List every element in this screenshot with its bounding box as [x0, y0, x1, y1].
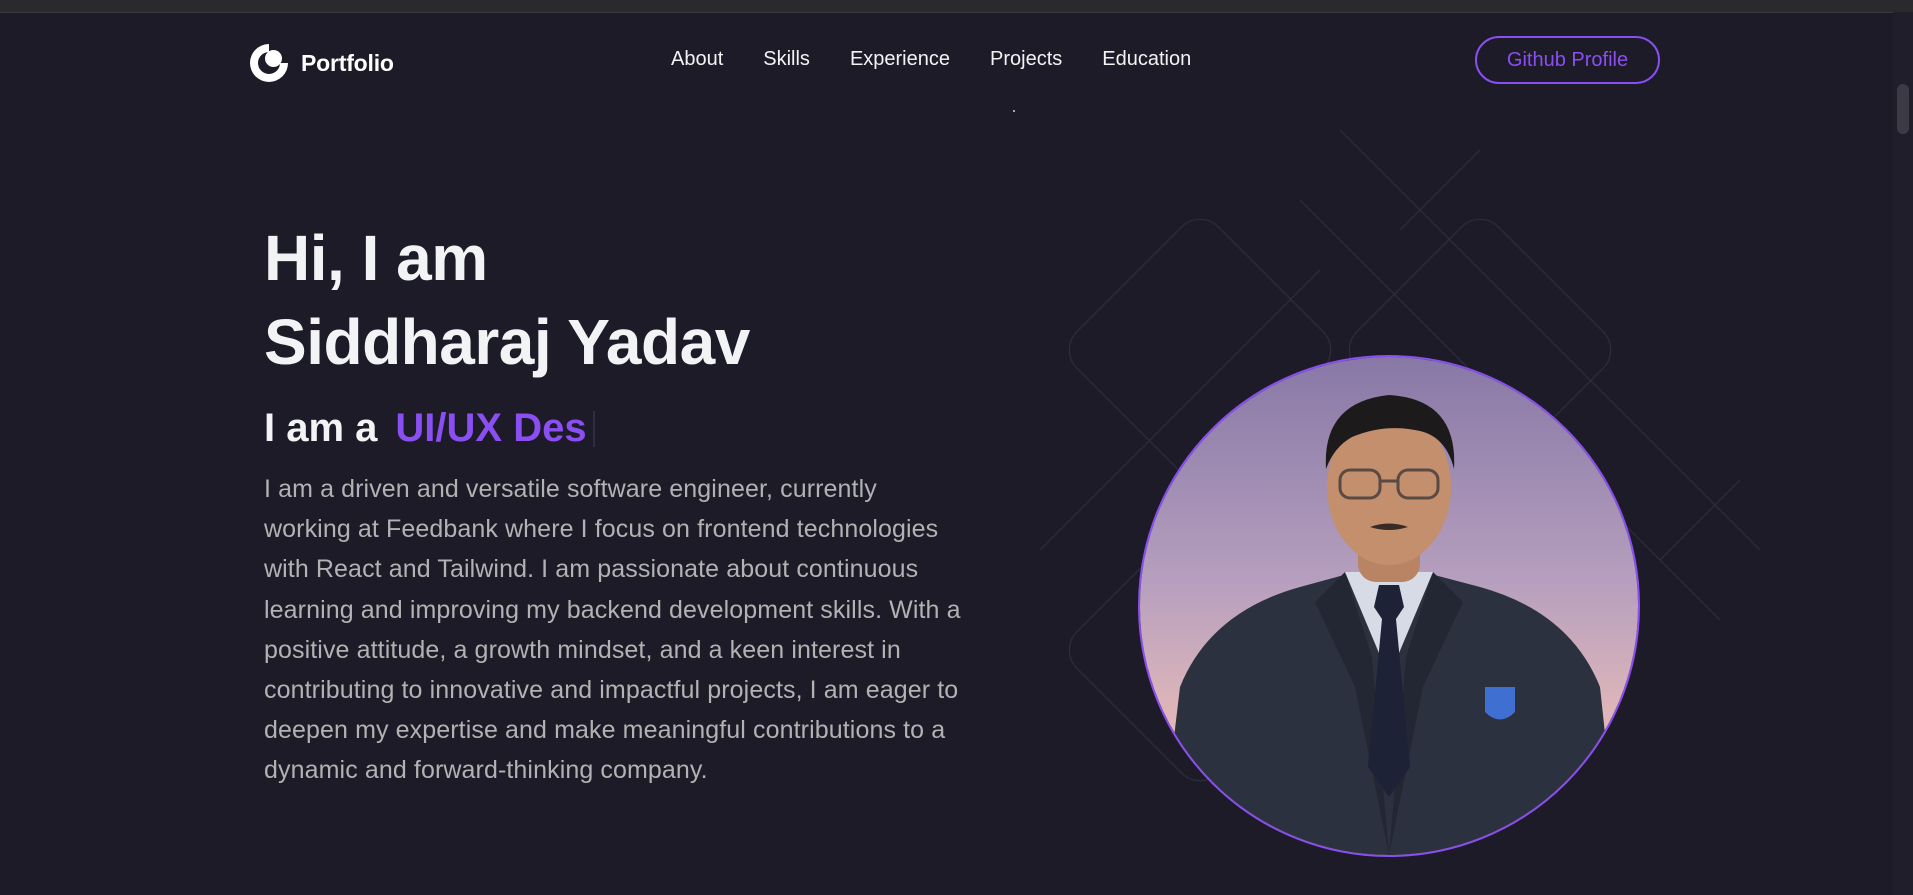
person-name: Siddharaj Yadav [264, 306, 750, 378]
hero-description: I am a driven and versatile software eng… [264, 475, 961, 785]
person-portrait [1140, 357, 1638, 855]
typewriter-role: UI/UX Des [395, 406, 587, 450]
brand-name: Portfolio [301, 49, 394, 76]
greeting: Hi, I am [264, 222, 488, 294]
nav-indicator-dot [1013, 110, 1015, 112]
scrollbar-thumb[interactable] [1897, 84, 1909, 134]
nav-link-education[interactable]: Education [1102, 48, 1191, 71]
scrollbar[interactable] [1893, 12, 1913, 895]
profile-photo [1138, 355, 1640, 857]
nav-link-experience[interactable]: Experience [850, 48, 950, 71]
role-prefix: I am a [264, 406, 378, 450]
brand[interactable]: Portfolio [247, 40, 394, 86]
circle-logo-icon [250, 44, 288, 82]
hero-heading: Hi, I am Siddharaj Yadav [264, 216, 984, 384]
nav-link-skills[interactable]: Skills [763, 48, 810, 71]
typing-cursor [592, 410, 595, 447]
nav-link-about[interactable]: About [671, 48, 723, 71]
nav-link-projects[interactable]: Projects [990, 48, 1062, 71]
main-menu: About Skills Experience Projects Educati… [671, 48, 1191, 71]
github-profile-button[interactable]: Github Profile [1475, 36, 1660, 84]
navbar: Portfolio About Skills Experience Projec… [0, 12, 1893, 112]
hero-section: Hi, I am Siddharaj Yadav I am a UI/UX De… [264, 216, 984, 791]
role-line: I am a UI/UX Des [264, 406, 984, 451]
